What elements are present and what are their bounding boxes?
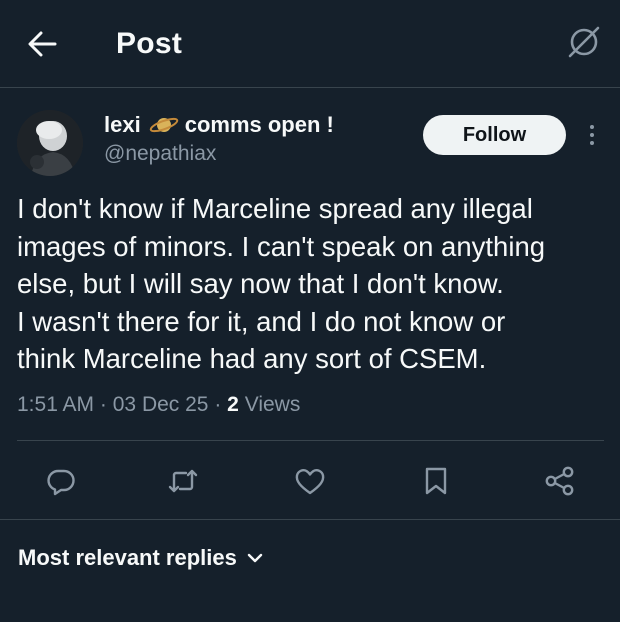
replies-sort-dropdown[interactable]: Most relevant replies bbox=[18, 545, 263, 571]
author-display-name: lexi bbox=[104, 112, 141, 137]
more-dot-icon bbox=[590, 133, 594, 137]
views-label[interactable]: Views bbox=[245, 393, 301, 416]
avatar-image bbox=[17, 110, 83, 176]
divider bbox=[0, 519, 620, 520]
follow-button[interactable]: Follow bbox=[423, 115, 566, 155]
like-button[interactable] bbox=[292, 463, 328, 499]
like-icon bbox=[295, 469, 325, 495]
action-bar bbox=[0, 455, 620, 507]
meta-separator: · bbox=[99, 393, 107, 416]
more-dot-icon bbox=[590, 125, 594, 129]
author-handle[interactable]: @nepathiax bbox=[104, 142, 216, 166]
meta-separator: · bbox=[214, 393, 222, 416]
tweet-line: I wasn't there for it, and I do not know… bbox=[17, 305, 506, 337]
author-name[interactable]: lexi comms open ! bbox=[104, 112, 334, 138]
tweet-line: images of minors. I can't speak on anyth… bbox=[17, 230, 546, 262]
reply-icon bbox=[47, 469, 75, 496]
tweet-line: I don't know if Marceline spread any ill… bbox=[17, 193, 533, 224]
page-title: Post bbox=[116, 27, 183, 60]
grok-button[interactable] bbox=[564, 22, 604, 62]
more-dot-icon bbox=[590, 141, 594, 145]
author-name-suffix: comms open ! bbox=[184, 112, 334, 137]
share-icon bbox=[545, 466, 574, 496]
tweet-text: I don't know if Marceline spread any ill… bbox=[17, 190, 612, 378]
tweet-date[interactable]: 03 Dec 25 bbox=[113, 393, 209, 416]
retweet-icon bbox=[168, 469, 198, 493]
avatar[interactable] bbox=[17, 110, 83, 176]
ringed-planet-icon bbox=[149, 114, 179, 136]
tweet-line: think Marceline had any sort of CSEM. bbox=[17, 343, 487, 374]
replies-sort-label: Most relevant replies bbox=[18, 545, 237, 570]
back-button[interactable] bbox=[24, 26, 60, 62]
bookmark-button[interactable] bbox=[418, 463, 454, 499]
bookmark-icon bbox=[425, 467, 447, 495]
tweet-meta: 1:51 AM · 03 Dec 25 · 2 Views bbox=[17, 393, 300, 417]
reply-button[interactable] bbox=[43, 463, 79, 499]
tweet-line: else, but I will say now that I don't kn… bbox=[17, 268, 504, 299]
tweet-time[interactable]: 1:51 AM bbox=[17, 393, 94, 416]
views-count[interactable]: 2 bbox=[227, 393, 239, 416]
arrow-left-icon bbox=[28, 31, 57, 57]
top-bar: Post bbox=[0, 0, 620, 88]
divider bbox=[17, 440, 604, 441]
share-button[interactable] bbox=[542, 463, 578, 499]
grok-icon bbox=[568, 26, 600, 58]
more-options-button[interactable] bbox=[580, 118, 604, 152]
retweet-button[interactable] bbox=[165, 463, 201, 499]
chevron-down-icon bbox=[247, 552, 263, 564]
